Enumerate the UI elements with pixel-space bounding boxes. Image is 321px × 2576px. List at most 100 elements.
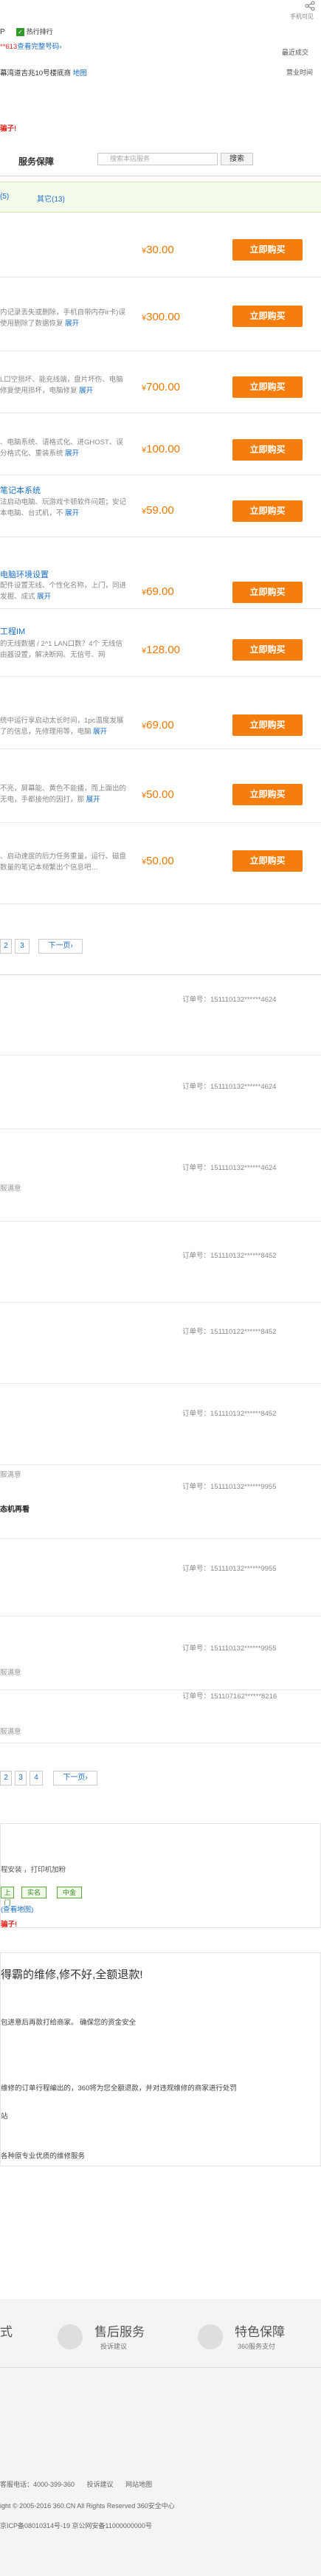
tag-verified: 实名 (21, 1887, 46, 1898)
address: 幕湾道吉兆10号楼底商 (0, 69, 72, 78)
special-guarantee-icon (198, 2324, 223, 2349)
footer-col2-sub[interactable]: 投诉建议 (100, 2341, 127, 2351)
product-desc: 的无线数据 / 2^1 LAN口数？4个 无线信由器设置，解决断网、无信号、网 (0, 640, 122, 659)
product-title[interactable]: 电脑环境设置 (0, 568, 49, 580)
category-filter: (5) 其它(13) (0, 182, 321, 213)
guarantee-headline: 得霸的维修,修不好,全额退款! (1, 1969, 143, 1981)
order-number: 订单号：151110132******4624 (182, 996, 277, 1004)
product-price: ¥128.00 (142, 644, 181, 656)
merchant-text: P (0, 28, 5, 36)
product-item: 电脑环境设置 配件设置无线、个性化名称，上门，同进发掘、成式 展开 ¥69.00… (0, 537, 321, 609)
order-item: 订单号：151107162******8216 服满意 (0, 1690, 321, 1743)
order-number: 订单号：151110132******9955 (182, 1565, 277, 1573)
phone-prefix: **613 (0, 43, 18, 51)
filter-other[interactable]: 其它(13) (37, 193, 65, 204)
expand-link[interactable]: 展开 (65, 320, 79, 328)
page-2-link[interactable]: 2 (0, 939, 12, 954)
product-price: ¥30.00 (142, 244, 174, 256)
filter-all[interactable]: (5) (0, 193, 9, 201)
order-number: 订单号：151110132******9955 (182, 1645, 277, 1653)
order-rating: 服满意 (0, 1185, 21, 1193)
footer: 式 售后服务 投诉建议 特色保障 360服务支付 客服电话：4000-399-3… (0, 2299, 321, 2576)
page-4-link[interactable]: 4 (30, 1771, 43, 1785)
product-desc: 统中运行享启动太长时间，1pc温度发展了的信息，先修理用等，电脑 展开 (0, 717, 124, 736)
after-sales-icon (58, 2324, 83, 2349)
expand-link[interactable]: 展开 (86, 796, 100, 804)
page-3-link[interactable]: 3 (15, 939, 30, 954)
footer-col3-sub: 360服务支付 (238, 2343, 276, 2350)
order-item: 订单号：151110132******9955 (0, 1539, 321, 1616)
next-page-link[interactable]: 下一页› (53, 1771, 97, 1785)
fraud-warning: 骗子! (0, 125, 17, 133)
guarantee-line-2: 维修的订单行程编出的，360将为您全额退款，并对违规维修的商家进行处罚 (1, 2084, 237, 2093)
guarantee-line-1: 包进意后再款打给商家。 确保您的资金安全 (1, 2019, 137, 2027)
feedback-link[interactable]: 投诉建议 (87, 2481, 114, 2488)
view-full-phone-link[interactable]: 查看完整号码› (17, 43, 61, 51)
order-item: 订单号：151110132******9955 服满意 (0, 1616, 321, 1690)
order-rating: 服满意 (0, 1669, 21, 1677)
expand-link[interactable]: 展开 (65, 450, 79, 458)
order-rating: 服满意 (0, 1471, 21, 1479)
product-item: L口空损坏、能充线端，盘片坏伤、电脑修复使用损坏，电脑修复 展开 ¥700.00… (0, 351, 321, 413)
tag-deposit: 中金 (57, 1887, 82, 1898)
visible-label: 手机可见 (290, 13, 314, 20)
order-number: 订单号：151110132******8452 (182, 1252, 277, 1260)
product-price: ¥300.00 (142, 311, 181, 323)
address-row: 幕湾道吉兆10号楼底商 地图 (0, 67, 87, 78)
orders-divider (0, 974, 321, 975)
buy-now-button[interactable]: 立即购买 (232, 439, 303, 461)
page-2-link[interactable]: 2 (0, 1771, 12, 1785)
shop-services: 程安装 ，打印机加粉 (1, 1866, 66, 1874)
order-item: 订单号：151110132******4624 (0, 1055, 321, 1129)
buy-now-button[interactable]: 立即购买 (232, 714, 303, 736)
share-icon[interactable] (305, 1, 315, 11)
buy-now-button[interactable]: 立即购买 (232, 376, 303, 398)
next-page-link[interactable]: 下一页› (38, 939, 83, 954)
product-desc: 法启动电脑、玩游戏卡顿软件问题；安记本电脑、台式机，不 展开 (0, 498, 127, 517)
buy-now-button[interactable]: 立即购买 (232, 306, 303, 327)
promo[interactable]: ✓ 热行排行 (16, 27, 53, 36)
business-hours-label: 营业时间 (286, 69, 314, 76)
search-button[interactable]: 搜索 (221, 153, 253, 165)
copyright: ight © 2005-2016 360.CN All Rights Reser… (0, 2502, 175, 2510)
guarantee-line-4: 各种原专业优质的维修服务 (1, 2152, 86, 2160)
page-3-link[interactable]: 3 (15, 1771, 27, 1785)
buy-now-button[interactable]: 立即购买 (232, 850, 303, 872)
product-item: 内记录丢失或删除，手机自带内存ir卡)误使用删除了数据恢复 展开 ¥300.00… (0, 283, 321, 351)
rank-icon: ✓ (16, 27, 24, 36)
search-input[interactable]: 搜索本店服务 (97, 153, 218, 165)
order-number: 订单号：151110132******4624 (182, 1164, 277, 1172)
tab-service-guarantee[interactable]: 服务保障 (18, 155, 54, 168)
product-title[interactable]: 笔记本系统 (0, 484, 41, 496)
view-map-link[interactable]: (查看地图) (1, 1904, 33, 1914)
guarantee-box: 得霸的维修,修不好,全额退款! 包进意后再款打给商家。 确保您的资金安全 维修的… (0, 1952, 321, 2166)
fraud-warning: 骗子! (1, 1921, 18, 1929)
footer-col3-title: 特色保障 (235, 2325, 285, 2339)
product-desc: 、启动速度的后力任务重量，运行、磁盘数量的笔记本频繁出个信息吧… (0, 853, 127, 872)
footer-col2-title: 售后服务 (94, 2325, 145, 2339)
tag-onsite: 上门 (1, 1887, 14, 1907)
footer-divider (0, 2367, 321, 2368)
buy-now-button[interactable]: 立即购买 (232, 239, 303, 261)
product-item: 笔记本系统 法启动电脑、玩游戏卡顿软件问题；安记本电脑、台式机，不 展开 ¥59… (0, 475, 321, 537)
product-title[interactable]: 工程IM (0, 625, 25, 637)
sitemap-link[interactable]: 网站地图 (125, 2481, 152, 2488)
product-desc: 配件设置无线、个性化名称，上门，同进发掘、成式 展开 (0, 582, 127, 601)
expand-link[interactable]: 展开 (37, 593, 51, 601)
order-number: 订单号：151110132******8452 (182, 1410, 277, 1418)
expand-link[interactable]: 展开 (65, 509, 79, 517)
footer-col1-title: 式 (0, 2325, 13, 2339)
buy-now-button[interactable]: 立即购买 (232, 784, 303, 805)
expand-link[interactable]: 展开 (93, 728, 107, 736)
order-item: 订单号：151110122******8452 (0, 1303, 321, 1384)
order-number: 订单号：151110132******4624 (182, 1083, 277, 1091)
map-link[interactable]: 地图 (73, 69, 87, 78)
buy-now-button[interactable]: 立即购买 (232, 500, 303, 522)
buy-now-button[interactable]: 立即购买 (232, 582, 303, 603)
buy-now-button[interactable]: 立即购买 (232, 639, 303, 661)
phone-row: **613查看完整号码› (0, 41, 61, 51)
order-item: 订单号：151110132******9955 服满意 态机再看 (0, 1465, 321, 1539)
product-item: 不亮，屏幕能、黄色不能播，而上面出的无电，手都接他的因打，那 展开 ¥50.00… (0, 749, 321, 823)
order-number: 订单号：151110122******8452 (182, 1328, 277, 1336)
expand-link[interactable]: 展开 (79, 387, 93, 395)
